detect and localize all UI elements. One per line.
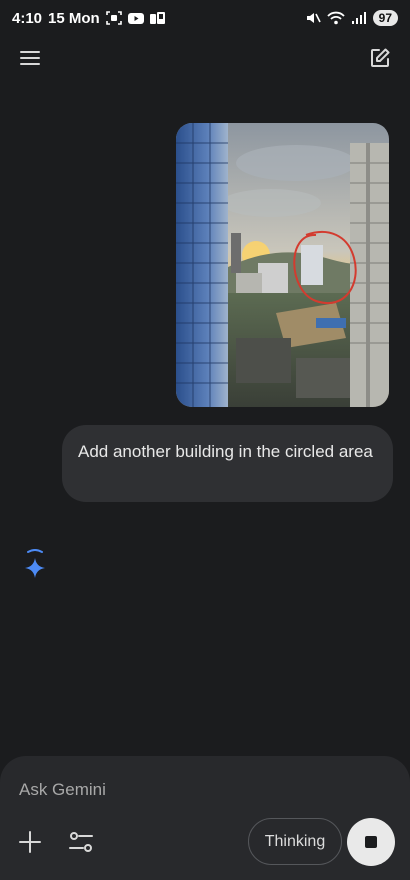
plus-icon[interactable]	[17, 829, 43, 855]
youtube-icon	[127, 13, 144, 24]
gemini-spark-icon	[25, 549, 45, 578]
app-icon	[149, 12, 165, 24]
wifi-icon	[326, 11, 345, 25]
new-chat-icon[interactable]	[368, 46, 392, 70]
status-time: 4:10	[12, 9, 43, 27]
status-left: 4:10 15 Mon	[12, 10, 166, 27]
status-date: 15 Mon	[48, 9, 100, 27]
composer: Thinking	[0, 756, 410, 880]
stop-icon	[365, 836, 377, 848]
screenshot-icon	[105, 11, 122, 25]
top-app-bar	[0, 42, 410, 74]
mute-icon	[306, 13, 321, 23]
user-message-bubble: Add another building in the circled area	[62, 425, 393, 502]
battery-badge: 97	[372, 10, 398, 26]
thinking-label: Thinking	[264, 832, 326, 850]
ask-gemini-input[interactable]	[19, 778, 379, 802]
user-message-text: Add another building in the circled area	[78, 442, 373, 461]
menu-icon[interactable]	[18, 46, 42, 70]
status-bar: 4:10 15 Mon 97	[0, 0, 410, 36]
stop-button[interactable]	[347, 818, 395, 866]
user-uploaded-image[interactable]	[176, 123, 389, 407]
tools-icon[interactable]	[68, 830, 94, 854]
city-photo	[176, 123, 389, 407]
status-right: 97	[305, 10, 398, 26]
thinking-mode-button[interactable]: Thinking	[248, 818, 342, 865]
signal-icon	[351, 12, 366, 24]
